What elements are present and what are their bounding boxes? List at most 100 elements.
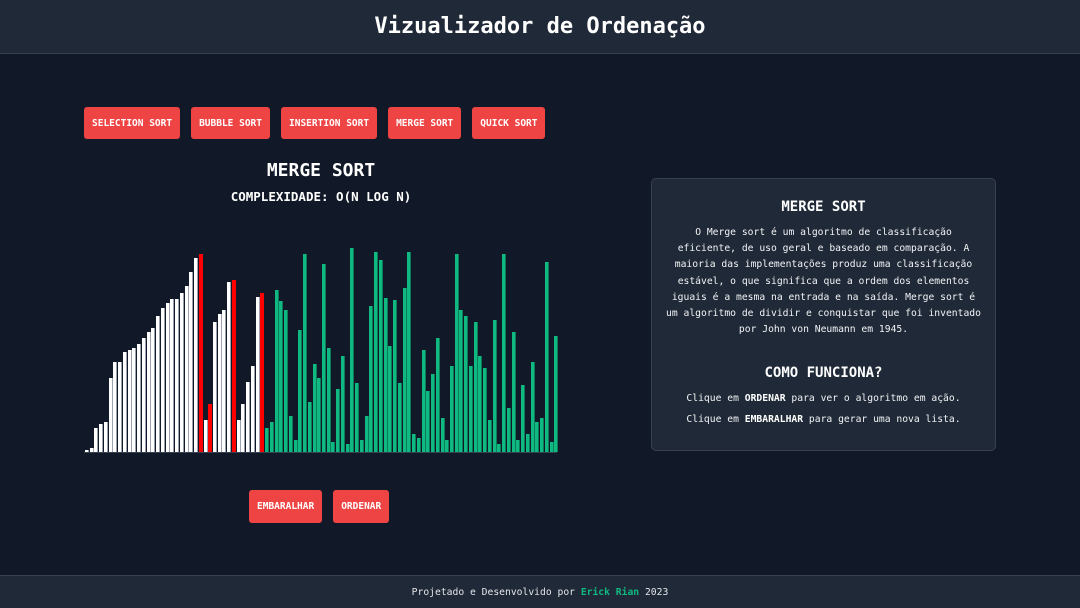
bar-green (279, 300, 284, 452)
bar-white (189, 272, 194, 452)
how-it-works-title: COMO FUNCIONA? (764, 365, 883, 382)
bar-visualizer (84, 240, 559, 454)
bar-green (307, 401, 312, 452)
bar-green (421, 350, 426, 452)
shuffle-button[interactable]: EMBARALHAR (249, 490, 323, 523)
how-line-shuffle: Clique em EMBARALHAR para gerar uma nova… (666, 414, 981, 425)
bar-green (393, 299, 398, 452)
bar-white (160, 307, 165, 452)
bar-red (208, 403, 213, 452)
bar-white (170, 298, 175, 452)
bar-white (165, 302, 170, 452)
bar-green (445, 439, 450, 452)
app-title: Vizualizador de Ordenação (374, 14, 706, 39)
algorithm-selector: SELECTION SORT BUBBLE SORT INSERTION SOR… (84, 107, 546, 139)
bar-green (535, 421, 540, 452)
bar-green (473, 321, 478, 452)
bar-green (293, 439, 298, 452)
bar-white (103, 421, 108, 452)
bar-white (132, 348, 137, 452)
bar-red (231, 280, 236, 452)
bar-green (449, 366, 454, 452)
bar-green (331, 441, 336, 452)
bar-green (288, 415, 293, 452)
bar-green (388, 346, 393, 452)
bar-green (378, 260, 383, 452)
bar-white (151, 327, 156, 452)
app-footer: Projetado e Desenvolvido por Erick Rian … (0, 575, 1080, 608)
bar-green (554, 335, 559, 452)
bar-green (402, 288, 407, 452)
sort-button[interactable]: ORDENAR (333, 490, 390, 523)
bar-green (416, 437, 421, 452)
bar-white (122, 352, 127, 452)
bar-white (250, 366, 255, 452)
bar-green (544, 262, 549, 452)
bar-white (212, 321, 217, 452)
how-line-text: para ver o algoritmo em ação. (785, 393, 961, 405)
bar-white (175, 298, 180, 452)
bar-green (374, 252, 379, 452)
how-line-keyword: ORDENAR (744, 393, 786, 405)
bar-green (487, 419, 492, 452)
bar-white (184, 286, 189, 452)
how-line-text: Clique em (686, 393, 745, 405)
insertion-sort-button[interactable]: INSERTION SORT (281, 107, 378, 139)
how-line-text: Clique em (686, 414, 745, 426)
bar-green (511, 331, 516, 452)
bar-white (156, 315, 161, 452)
footer-prefix: Projetado e Desenvolvido por (411, 586, 581, 598)
bar-green (345, 443, 350, 452)
bar-green (350, 248, 355, 452)
bar-green (265, 427, 270, 452)
bar-green (397, 383, 402, 452)
merge-sort-button[interactable]: MERGE SORT (388, 107, 462, 139)
bar-white (137, 343, 142, 452)
action-buttons: EMBARALHAR ORDENAR (249, 490, 390, 523)
info-description: O Merge sort é um algoritmo de classific… (666, 227, 981, 336)
bar-green (336, 389, 341, 452)
algorithm-title: MERGE SORT (266, 160, 376, 181)
bar-white (255, 296, 260, 452)
bar-white (94, 427, 99, 452)
bar-white (236, 419, 241, 452)
bar-green (312, 364, 317, 452)
bar-green (364, 415, 369, 452)
bar-green (322, 264, 326, 452)
bar-green (516, 439, 521, 452)
bar-white (217, 313, 222, 452)
bar-white (141, 337, 146, 452)
bar-green (440, 417, 445, 452)
bar-white (127, 350, 132, 452)
bar-green (454, 254, 459, 452)
info-title: MERGE SORT (781, 199, 866, 215)
bar-white (179, 292, 184, 452)
info-panel: MERGE SORT O Merge sort é um algoritmo d… (651, 178, 996, 451)
bar-white (194, 258, 199, 452)
app-header: Vizualizador de Ordenação (0, 0, 1080, 54)
bar-green (506, 407, 511, 452)
selection-sort-button[interactable]: SELECTION SORT (84, 107, 181, 139)
bar-green (492, 319, 497, 452)
bar-green (298, 329, 303, 452)
bar-green (303, 254, 308, 452)
bar-red (260, 292, 265, 452)
bar-white (118, 362, 123, 452)
bar-green (459, 309, 464, 452)
how-line-text: para gerar uma nova lista. (803, 414, 961, 426)
bar-white (146, 331, 151, 452)
author-link[interactable]: Erick Rian (581, 587, 639, 598)
bar-white (246, 382, 251, 452)
bar-white (113, 362, 118, 452)
algorithm-complexity: COMPLEXIDADE: O(N LOG N) (230, 189, 412, 204)
bar-green (521, 385, 526, 452)
bar-white (241, 403, 246, 452)
bar-green (359, 439, 364, 452)
quick-sort-button[interactable]: QUICK SORT (472, 107, 546, 139)
bar-green (431, 374, 436, 452)
bar-green (435, 337, 440, 452)
bubble-sort-button[interactable]: BUBBLE SORT (191, 107, 270, 139)
bar-green (284, 309, 289, 452)
bar-green (530, 362, 535, 452)
footer-year: 2023 (639, 586, 669, 598)
